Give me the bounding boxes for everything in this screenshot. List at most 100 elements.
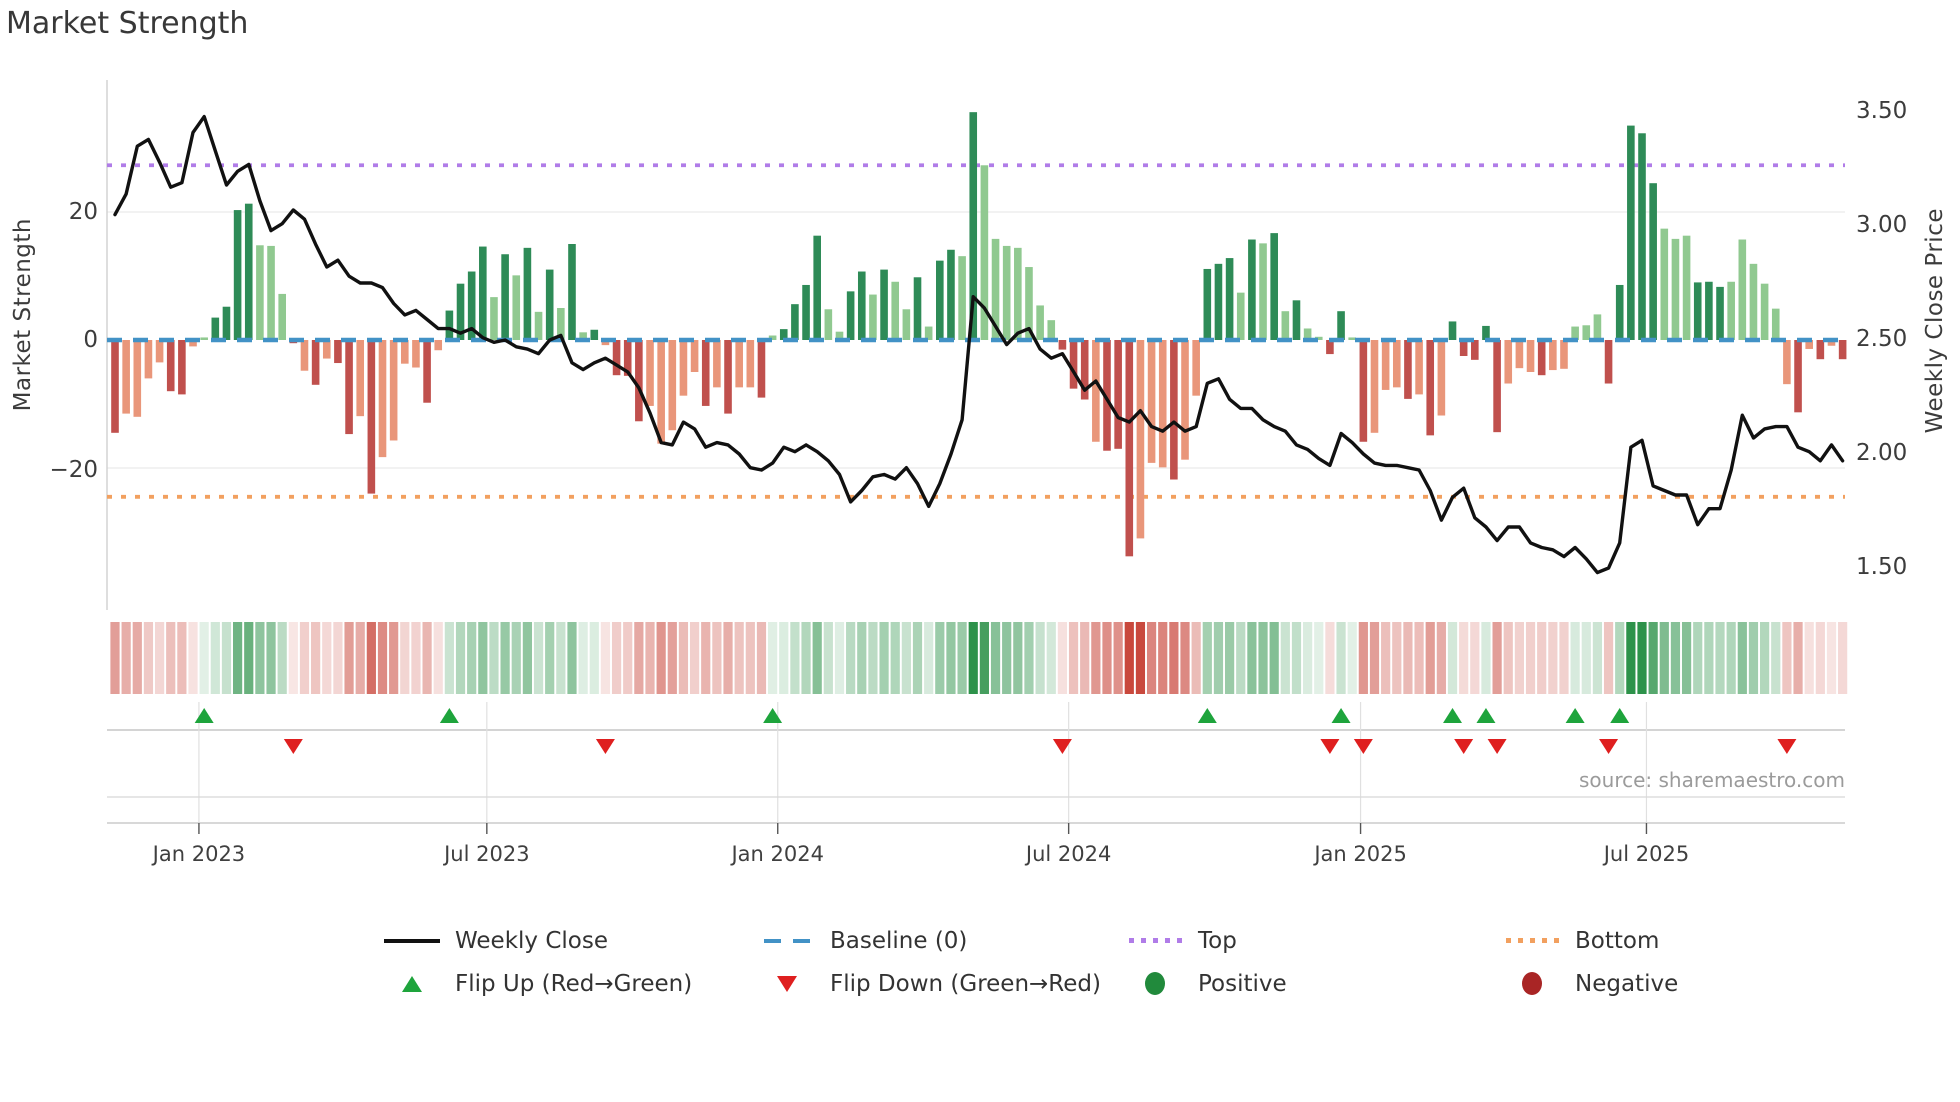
legend-item-top[interactable]: Top	[1126, 919, 1503, 962]
heatmap-cell	[1559, 622, 1569, 694]
flip-down-marker	[1454, 739, 1474, 754]
heatmap-cell	[1247, 622, 1257, 694]
legend-item-positive[interactable]: Positive	[1126, 962, 1503, 1005]
heatmap-cell	[935, 622, 945, 694]
strength-bar	[568, 244, 576, 340]
heatmap-cell	[701, 622, 711, 694]
legend-item-negative[interactable]: Negative	[1503, 962, 1723, 1005]
heatmap-cell	[790, 622, 800, 694]
strength-bar	[1036, 305, 1044, 340]
heatmap-cell	[233, 622, 243, 694]
heatmap-cell	[1002, 622, 1012, 694]
strength-bar	[846, 291, 855, 340]
strength-bar	[311, 340, 320, 385]
chart-legend: Weekly Close Baseline (0) Top Bottom Fli…	[383, 919, 1723, 1005]
strength-bar	[479, 246, 487, 340]
heatmap-cell	[389, 622, 399, 694]
heatmap-cell	[411, 622, 421, 694]
heatmap-cell	[1826, 622, 1837, 694]
heatmap-cell	[834, 622, 845, 694]
heatmap-cell	[1347, 622, 1357, 694]
legend-label: Weekly Close	[455, 927, 608, 954]
legend-item-flip-up[interactable]: Flip Up (Red→Green)	[383, 962, 758, 1005]
legend-label: Bottom	[1575, 927, 1660, 954]
strength-bar	[1504, 340, 1513, 384]
heatmap-cell	[1737, 622, 1747, 694]
heatmap-cell	[1470, 622, 1480, 694]
heatmap-cell	[1024, 622, 1034, 694]
flip-up-marker	[763, 708, 783, 723]
strength-bar	[356, 340, 365, 417]
strength-bar	[1392, 340, 1401, 388]
heatmap-cell	[1068, 622, 1079, 694]
heatmap-cell	[1514, 622, 1524, 694]
strength-bar	[1170, 340, 1178, 480]
heatmap-cell	[1782, 622, 1792, 694]
heatmap-cell	[1425, 622, 1435, 694]
strength-bar	[1816, 340, 1825, 360]
heatmap-cell	[288, 622, 298, 694]
strength-bar	[1838, 340, 1847, 360]
flip-up-marker	[194, 708, 214, 723]
heatmap-cell	[221, 622, 232, 694]
heatmap-cell	[344, 622, 354, 694]
legend-item-weekly-close[interactable]: Weekly Close	[383, 919, 758, 962]
strength-bar	[735, 340, 743, 388]
heatmap-cell	[1693, 622, 1703, 694]
heatmap-cell	[489, 622, 499, 694]
heatmap-cell	[823, 622, 833, 694]
heatmap-cell	[1659, 622, 1669, 694]
strength-bar	[155, 340, 164, 363]
strength-bar	[1337, 311, 1345, 340]
heatmap-cell	[1258, 622, 1268, 694]
flip-down-marker	[1777, 739, 1797, 754]
strength-bar	[1058, 340, 1067, 350]
heatmap-cell	[1603, 622, 1614, 694]
heatmap-cell	[768, 622, 778, 694]
heatmap-cell	[166, 622, 176, 694]
strength-bar	[612, 340, 621, 376]
heatmap-cell	[444, 622, 454, 694]
strength-bar	[913, 277, 922, 340]
strength-bar	[300, 340, 309, 371]
heatmap-cell	[1135, 622, 1146, 694]
heatmap-cell	[467, 622, 477, 694]
strength-bar	[1192, 340, 1200, 396]
strength-bar	[1716, 286, 1724, 340]
left-tick-20: 20	[68, 199, 98, 225]
heatmap-cell	[812, 622, 822, 694]
strength-bar	[1359, 340, 1368, 442]
heatmap-cell	[1358, 622, 1368, 694]
heatmap-cell	[1035, 622, 1045, 694]
heatmap-cell	[1169, 622, 1179, 694]
flip-up-marker	[1610, 708, 1630, 723]
legend-item-flip-down[interactable]: Flip Down (Green→Red)	[758, 962, 1126, 1005]
strength-bar	[111, 340, 119, 433]
heatmap-cell	[1392, 622, 1402, 694]
strength-bar	[746, 340, 755, 388]
flip-up-marker	[1565, 708, 1585, 723]
strength-bar	[345, 340, 353, 435]
strength-bar	[1259, 243, 1267, 340]
heatmap-cell	[1369, 622, 1380, 694]
heatmap-cell	[400, 622, 410, 694]
strength-bar	[1147, 340, 1156, 463]
heatmap-cell	[1615, 622, 1625, 694]
heatmap-cell	[734, 622, 744, 694]
heatmap-cell	[522, 622, 533, 694]
flip-down-triangle-icon	[758, 975, 816, 992]
strength-bar	[813, 235, 821, 340]
legend-item-baseline[interactable]: Baseline (0)	[758, 919, 1126, 962]
heatmap-cell	[589, 622, 599, 694]
strength-bar	[1437, 340, 1446, 416]
heatmap-cell	[1280, 622, 1290, 694]
legend-item-bottom[interactable]: Bottom	[1503, 919, 1723, 962]
strength-bar	[1560, 340, 1568, 369]
legend-label: Flip Down (Green→Red)	[830, 970, 1101, 997]
heatmap-cell	[1291, 622, 1302, 694]
strength-bar	[211, 317, 220, 340]
strength-bar	[400, 340, 409, 364]
negative-circle-icon	[1503, 972, 1561, 995]
heatmap-cell	[567, 622, 577, 694]
strength-bar	[1281, 311, 1290, 340]
